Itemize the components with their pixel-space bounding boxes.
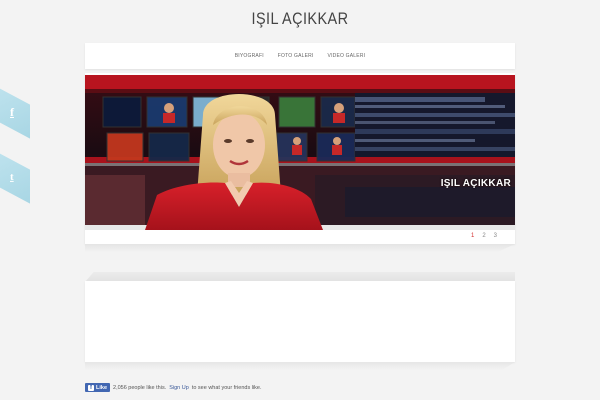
nav-item-video-gallery[interactable]: VIDEO GALERI: [328, 53, 366, 59]
facebook-like-button[interactable]: f Like: [85, 383, 111, 392]
news-studio-photo: [85, 75, 515, 230]
main-nav: BIYOGRAFI FOTO GALERI VIDEO GALERI: [85, 43, 515, 69]
content-box: [85, 281, 515, 362]
nav-item-photo-gallery[interactable]: FOTO GALERI: [278, 53, 314, 59]
image-slider: IŞIL AÇIKKAR 1 2 3: [85, 73, 515, 244]
facebook-logo-icon: f: [88, 384, 94, 391]
twitter-icon: t: [10, 170, 14, 183]
signup-suffix: to see what your friends like.: [191, 384, 262, 391]
content-box-shadow: [85, 362, 515, 370]
pager-page-2[interactable]: 2: [482, 233, 485, 239]
nav-item-biography[interactable]: BIYOGRAFI: [235, 53, 264, 59]
slider-shadow: [85, 244, 515, 252]
slide-caption: IŞIL AÇIKKAR: [440, 178, 511, 189]
twitter-share-tab[interactable]: t: [0, 150, 30, 204]
like-count: 2,056 people like this.: [113, 384, 167, 391]
facebook-like-bar: f Like 2,056 people like this. Sign Up t…: [85, 383, 262, 392]
pager-page-1[interactable]: 1: [471, 233, 474, 239]
slider-pager: 1 2 3: [471, 233, 497, 239]
facebook-icon: f: [10, 104, 14, 119]
signup-link[interactable]: Sign Up: [169, 385, 189, 391]
site-title[interactable]: IŞIL AÇIKKAR: [45, 9, 555, 29]
like-label: Like: [96, 384, 108, 391]
pager-page-3[interactable]: 3: [494, 233, 497, 239]
facebook-share-tab[interactable]: f: [0, 85, 30, 139]
slide-image[interactable]: IŞIL AÇIKKAR: [85, 75, 515, 230]
